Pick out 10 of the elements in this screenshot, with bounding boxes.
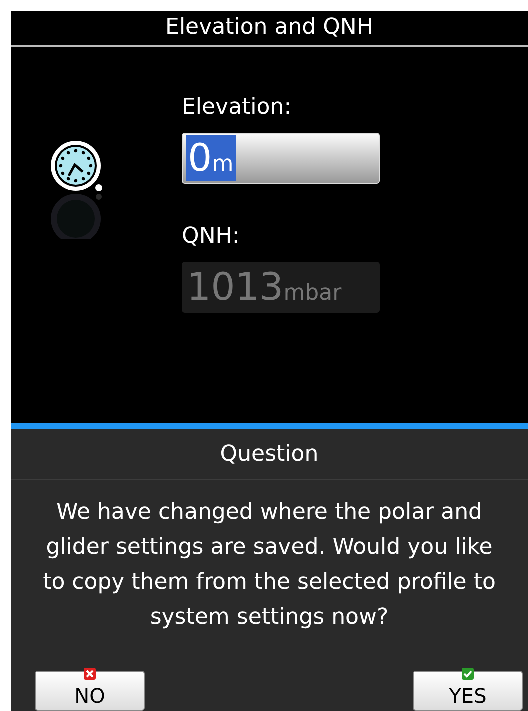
- input-field[interactable]: 0m: [182, 132, 380, 184]
- no-button[interactable]: NO: [35, 671, 145, 711]
- dialog-title: Question: [11, 429, 528, 480]
- yes-button[interactable]: YES: [413, 671, 523, 711]
- dialog-message: We have changed where the polar and glider settings are saved. Would you like to copy them from the selected profile to system settings now?: [42, 499, 497, 632]
- window-title: Elevation and QNH: [11, 11, 528, 47]
- field-label: QNH:: [182, 224, 241, 251]
- check-icon: [462, 668, 474, 680]
- field-label: Elevation:: [182, 94, 293, 122]
- cross-icon: [84, 668, 96, 680]
